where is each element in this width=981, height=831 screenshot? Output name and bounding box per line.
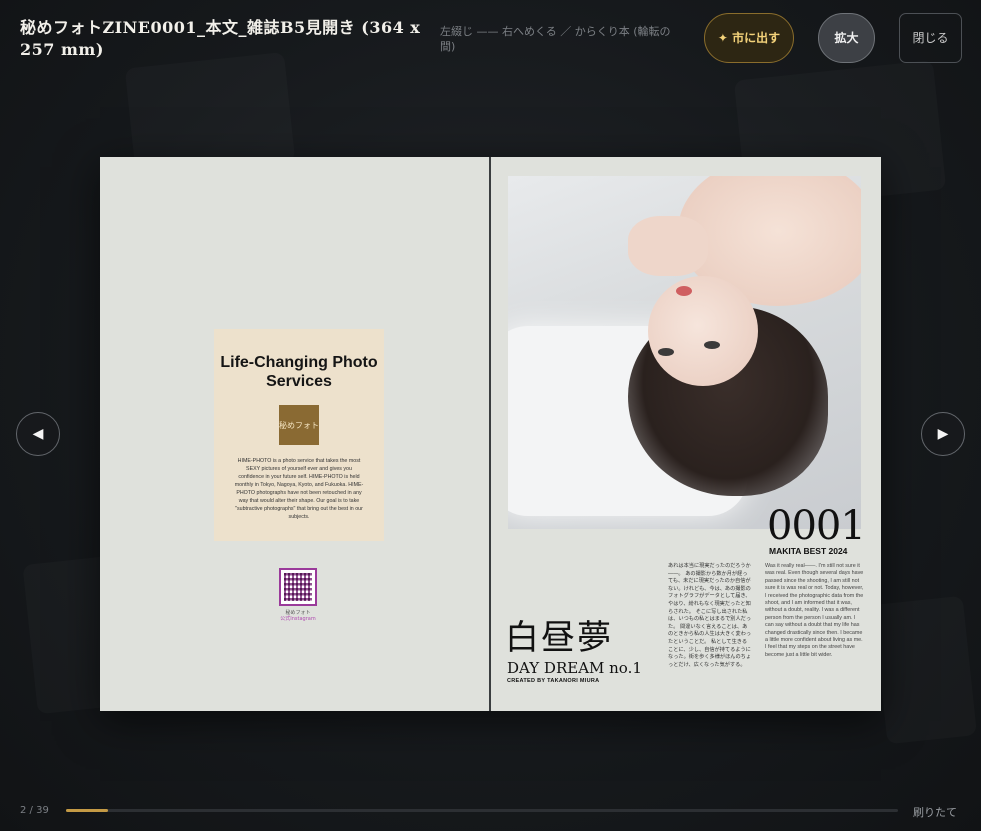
- prev-page-button[interactable]: ◀: [16, 412, 60, 456]
- background-card: [873, 596, 977, 745]
- photo-eye: [704, 341, 720, 349]
- photo-eye: [658, 348, 674, 356]
- binding-info: 左綴じ —— 右へめくる ／ からくり本 (輪転の間): [440, 25, 671, 53]
- close-button[interactable]: 閉じる: [899, 13, 962, 63]
- left-page: Life-Changing Photo Services 秘めフォト HIME-…: [100, 157, 490, 711]
- zoom-button[interactable]: 拡大: [818, 13, 875, 63]
- ad-card: Life-Changing Photo Services 秘めフォト HIME-…: [214, 329, 384, 541]
- brand-logo: 秘めフォト: [279, 405, 319, 445]
- chevron-right-icon: ▶: [937, 426, 949, 442]
- photo-face: [648, 276, 758, 386]
- document-title: 秘めフォトZINE0001_本文_雑誌B5見開き (364 x 257 mm): [20, 18, 421, 59]
- photo-hand: [628, 216, 708, 276]
- issue-subtitle: MAKITA BEST 2024: [769, 546, 848, 556]
- photo-lips: [676, 286, 692, 296]
- page-counter: 2 / 39: [20, 805, 49, 816]
- next-page-button[interactable]: ▶: [921, 412, 965, 456]
- brand-logo-text: 秘めフォト: [279, 420, 319, 430]
- edition-label: 刷りたて: [913, 806, 957, 819]
- feature-credit: CREATED BY TAKANORI MIURA: [507, 678, 600, 684]
- issue-number: 0001: [767, 503, 866, 549]
- feature-title-en: DAY DREAM no.1: [507, 659, 642, 677]
- feature-title-jp: 白昼夢: [505, 618, 613, 658]
- viewer-footer: 2 / 39 刷りたて: [0, 795, 981, 825]
- cover-photo: [508, 176, 861, 529]
- page-progress-bar[interactable]: [66, 809, 898, 812]
- chevron-left-icon: ◀: [32, 426, 44, 442]
- qr-caption: 秘めフォト 公式Instagram: [270, 610, 326, 622]
- ad-title: Life-Changing Photo Services: [220, 354, 378, 390]
- ad-body-text: HIME-PHOTO is a photo service that takes…: [234, 458, 364, 520]
- qr-sublabel: 公式Instagram: [280, 616, 316, 622]
- feature-text-jp: あれは本当に現実だったのだろうか――。 あの撮影から数か月が経っても、未だに現実…: [668, 563, 752, 668]
- qr-pattern: [284, 573, 312, 601]
- viewer-header: 秘めフォトZINE0001_本文_雑誌B5見開き (364 x 257 mm) …: [0, 0, 981, 78]
- qr-code: [279, 568, 317, 606]
- page-progress-fill: [66, 809, 108, 812]
- book-spread[interactable]: Life-Changing Photo Services 秘めフォト HIME-…: [100, 157, 881, 711]
- right-page: 0001 MAKITA BEST 2024 白昼夢 DAY DREAM no.1…: [491, 157, 881, 711]
- publish-button[interactable]: ✦ 市に出す: [704, 13, 794, 63]
- feature-text-en: Was it really real――. I'm still not sure…: [765, 563, 864, 658]
